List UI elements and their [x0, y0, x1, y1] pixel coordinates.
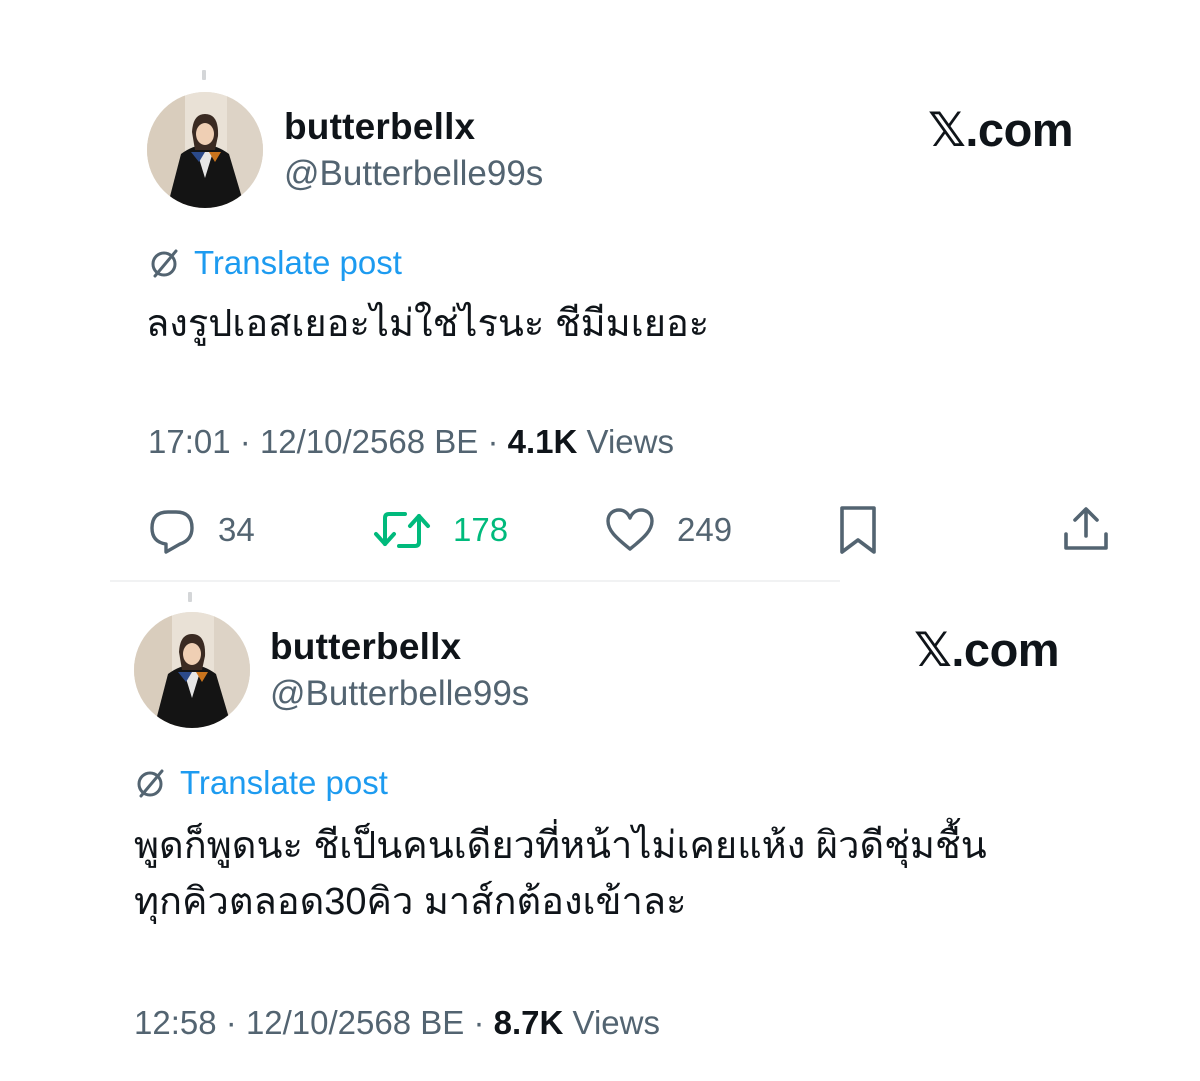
- meta-separator: ·: [487, 423, 508, 460]
- thread-connector: [188, 592, 192, 602]
- reply-button[interactable]: 34: [148, 506, 255, 554]
- share-icon: [1064, 507, 1108, 550]
- user-handle[interactable]: @Butterbelle99s: [270, 674, 529, 714]
- like-button[interactable]: 249: [605, 506, 732, 554]
- repost-count: 178: [453, 511, 509, 548]
- post-date[interactable]: 12/10/2568 BE: [260, 423, 478, 460]
- display-name[interactable]: butterbellx: [270, 626, 461, 668]
- display-name[interactable]: butterbellx: [284, 106, 475, 148]
- post-divider: [110, 580, 840, 582]
- meta-separator: ·: [225, 1004, 246, 1041]
- reply-icon: [150, 510, 194, 554]
- like-count: 249: [677, 511, 733, 548]
- post-meta: 17:01 · 12/10/2568 BE · 4.1K Views: [148, 423, 674, 461]
- avatar[interactable]: [147, 92, 263, 208]
- meta-separator: ·: [239, 423, 260, 460]
- post-text: ลงรูปเอสเยอะไม่ใช่ไรนะ ชีมีมเยอะ: [146, 303, 710, 345]
- views-count: 8.7K: [493, 1004, 564, 1041]
- post-date[interactable]: 12/10/2568 BE: [246, 1004, 464, 1041]
- views-label: Views: [586, 423, 674, 460]
- translate-globe-icon: [137, 769, 164, 798]
- avatar[interactable]: [134, 612, 250, 728]
- translate-globe-icon: [151, 249, 178, 278]
- reply-count: 34: [218, 511, 255, 548]
- translate-post-link[interactable]: Translate post: [148, 244, 402, 282]
- post-time[interactable]: 12:58: [134, 1004, 217, 1041]
- user-handle[interactable]: @Butterbelle99s: [284, 154, 543, 194]
- views-count: 4.1K: [507, 423, 578, 460]
- translate-post-link[interactable]: Translate post: [134, 764, 388, 802]
- repost-button[interactable]: 178: [373, 506, 508, 554]
- meta-separator: ·: [473, 1004, 494, 1041]
- bookmark-icon: [840, 506, 876, 554]
- share-button[interactable]: [1062, 504, 1110, 554]
- brand-logo: 𝕏.com: [928, 103, 1074, 156]
- translate-label: Translate post: [180, 764, 388, 801]
- post-time[interactable]: 17:01: [148, 423, 231, 460]
- translate-label: Translate post: [194, 244, 402, 281]
- thread-connector: [202, 70, 206, 80]
- post-meta: 12:58 · 12/10/2568 BE · 8.7K Views: [134, 1004, 660, 1042]
- repost-icon: [374, 512, 430, 548]
- heart-icon: [606, 508, 654, 551]
- views-label: Views: [572, 1004, 660, 1041]
- brand-logo: 𝕏.com: [914, 623, 1060, 676]
- post-text: พูดก็พูดนะ ชีเป็นคนเดียวที่หน้าไม่เคยแห้…: [134, 825, 987, 923]
- bookmark-button[interactable]: [836, 504, 880, 556]
